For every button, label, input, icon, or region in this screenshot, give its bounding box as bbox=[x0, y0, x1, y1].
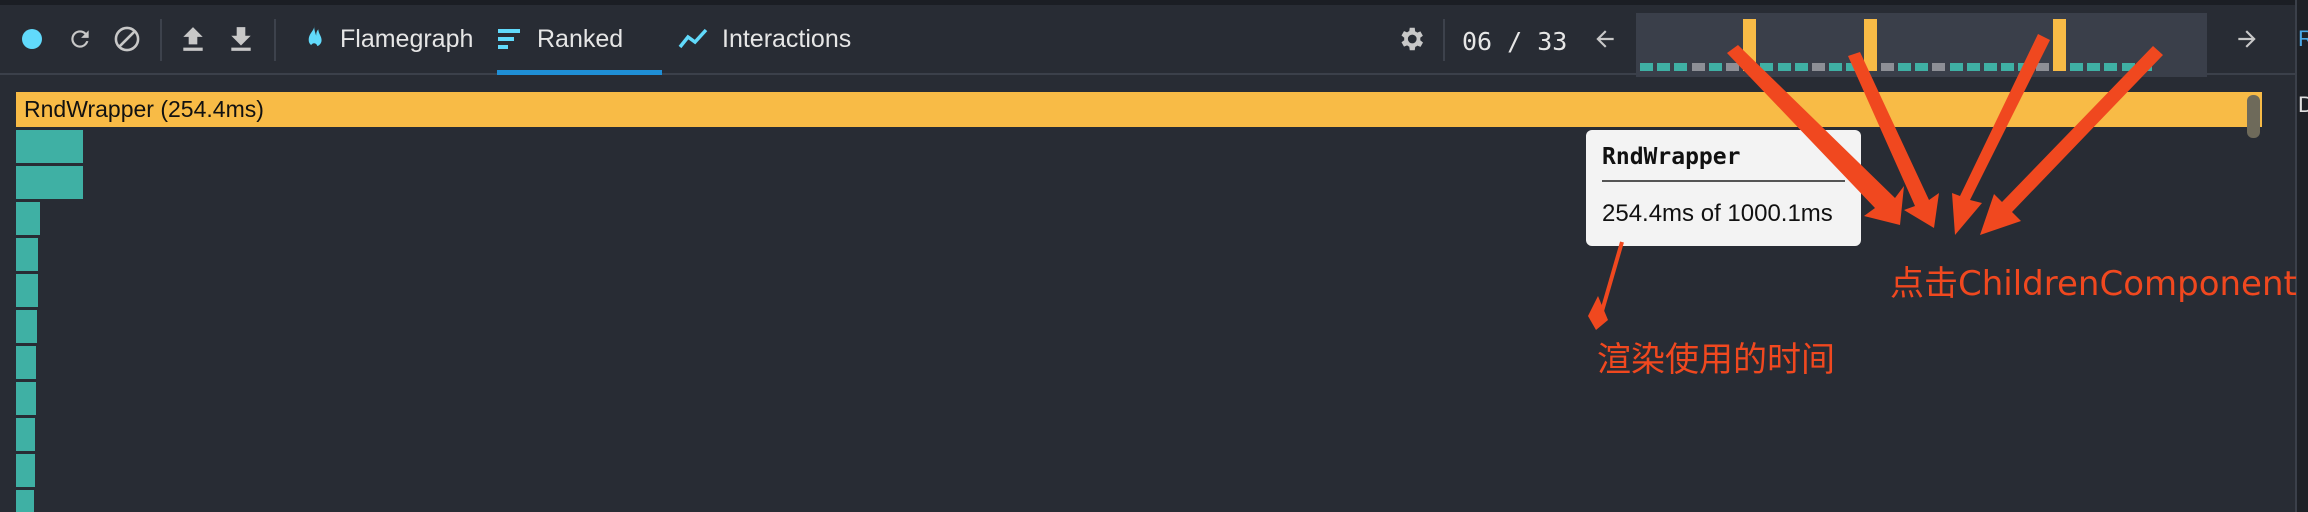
side-panel-edge: R D bbox=[2295, 0, 2308, 512]
gear-icon[interactable] bbox=[1394, 22, 1428, 56]
export-icon[interactable] bbox=[224, 22, 258, 56]
ranked-bar-label: RndWrapper (254.4ms) bbox=[24, 96, 264, 122]
commit-bar[interactable] bbox=[2001, 63, 2015, 71]
commit-bar[interactable] bbox=[1880, 63, 1894, 71]
commit-bar[interactable] bbox=[1966, 63, 1980, 71]
commit-bar-highlighted[interactable] bbox=[1863, 19, 1877, 71]
commit-bar[interactable] bbox=[2087, 63, 2101, 71]
ranked-bar-child[interactable] bbox=[16, 166, 83, 199]
commit-snapshot-selector[interactable] bbox=[1636, 13, 2207, 77]
arrow-right-icon[interactable] bbox=[2230, 22, 2264, 56]
ranked-bar-child[interactable] bbox=[16, 130, 83, 163]
arrow-left-icon[interactable] bbox=[1588, 22, 1622, 56]
tooltip-title: RndWrapper bbox=[1602, 144, 1845, 182]
interactions-icon bbox=[678, 28, 708, 49]
ranked-bar-child[interactable] bbox=[16, 238, 38, 271]
commit-bar[interactable] bbox=[1949, 63, 1963, 71]
ranked-bar-child[interactable] bbox=[16, 274, 38, 307]
commit-counter: 06 / 33 bbox=[1462, 27, 1568, 56]
ranked-bar-root[interactable]: RndWrapper (254.4ms) bbox=[16, 92, 2262, 127]
tab-label: Ranked bbox=[537, 24, 624, 53]
commit-bar[interactable] bbox=[1984, 63, 1997, 71]
tab-label: Interactions bbox=[722, 24, 852, 53]
commit-bar-highlighted[interactable] bbox=[2052, 19, 2066, 71]
commit-bar[interactable] bbox=[2104, 63, 2118, 71]
commit-bar[interactable] bbox=[2018, 63, 2032, 71]
commit-bar[interactable] bbox=[2070, 63, 2083, 71]
tab-ranked[interactable]: Ranked bbox=[497, 5, 662, 75]
commit-bar[interactable] bbox=[1898, 63, 1911, 71]
commit-bar[interactable] bbox=[1829, 63, 1843, 71]
commit-bar[interactable] bbox=[2138, 63, 2152, 71]
ranked-bar-child[interactable] bbox=[16, 310, 37, 343]
flame-icon bbox=[308, 25, 322, 50]
commit-bar[interactable] bbox=[1640, 63, 1653, 71]
tab-interactions[interactable]: Interactions bbox=[678, 5, 851, 73]
side-panel-heading: R bbox=[2298, 26, 2308, 51]
ranked-bar-child[interactable] bbox=[16, 346, 36, 379]
commit-bar[interactable] bbox=[1691, 63, 1705, 71]
commit-bar[interactable] bbox=[1846, 63, 1860, 71]
toolbar-separator bbox=[274, 19, 276, 61]
ranked-bar-child[interactable] bbox=[16, 382, 36, 415]
commit-bar[interactable] bbox=[1932, 63, 1946, 71]
commit-bar[interactable] bbox=[1657, 63, 1671, 71]
side-panel-text: D bbox=[2298, 92, 2308, 117]
ranked-bar-child[interactable] bbox=[16, 490, 34, 512]
tab-label: Flamegraph bbox=[340, 24, 474, 53]
commit-bar[interactable] bbox=[1915, 63, 1929, 71]
ranked-bar-child[interactable] bbox=[16, 202, 40, 235]
annotation-render-time: 渲染使用的时间 bbox=[1597, 340, 1835, 380]
annotation-click-children: 点击ChildrenComponent bbox=[1890, 264, 2297, 304]
commit-bar[interactable] bbox=[1812, 63, 1825, 71]
ranked-bar-child[interactable] bbox=[16, 418, 35, 451]
toolbar-separator bbox=[1443, 19, 1445, 61]
react-devtools-profiler: Flamegraph Ranked Interactions 06 / 33 R… bbox=[0, 0, 2308, 512]
reload-icon[interactable] bbox=[63, 22, 97, 56]
clear-icon[interactable] bbox=[110, 22, 144, 56]
tooltip-time: 254.4ms of 1000.1ms bbox=[1602, 200, 1833, 227]
commit-bar[interactable] bbox=[1777, 63, 1791, 71]
ranked-icon bbox=[498, 29, 520, 49]
scrollbar-thumb[interactable] bbox=[2247, 95, 2260, 138]
tab-flamegraph[interactable]: Flamegraph bbox=[300, 5, 473, 73]
record-icon[interactable] bbox=[15, 22, 49, 56]
bar-tooltip: RndWrapper 254.4ms of 1000.1ms bbox=[1586, 130, 1861, 246]
commit-bar[interactable] bbox=[1760, 63, 1774, 71]
commit-bar-highlighted[interactable] bbox=[1743, 19, 1757, 71]
commit-bar[interactable] bbox=[1708, 63, 1722, 71]
profiler-toolbar: Flamegraph Ranked Interactions 06 / 33 bbox=[0, 5, 2295, 77]
commit-bar[interactable] bbox=[2121, 63, 2135, 71]
commit-bar[interactable] bbox=[2035, 63, 2049, 71]
commit-bar[interactable] bbox=[1794, 63, 1808, 71]
commit-bar[interactable] bbox=[1674, 63, 1688, 71]
import-icon[interactable] bbox=[176, 22, 210, 56]
toolbar-separator bbox=[160, 19, 162, 61]
commit-bar[interactable] bbox=[1726, 63, 1739, 71]
ranked-bar-child[interactable] bbox=[16, 454, 35, 487]
